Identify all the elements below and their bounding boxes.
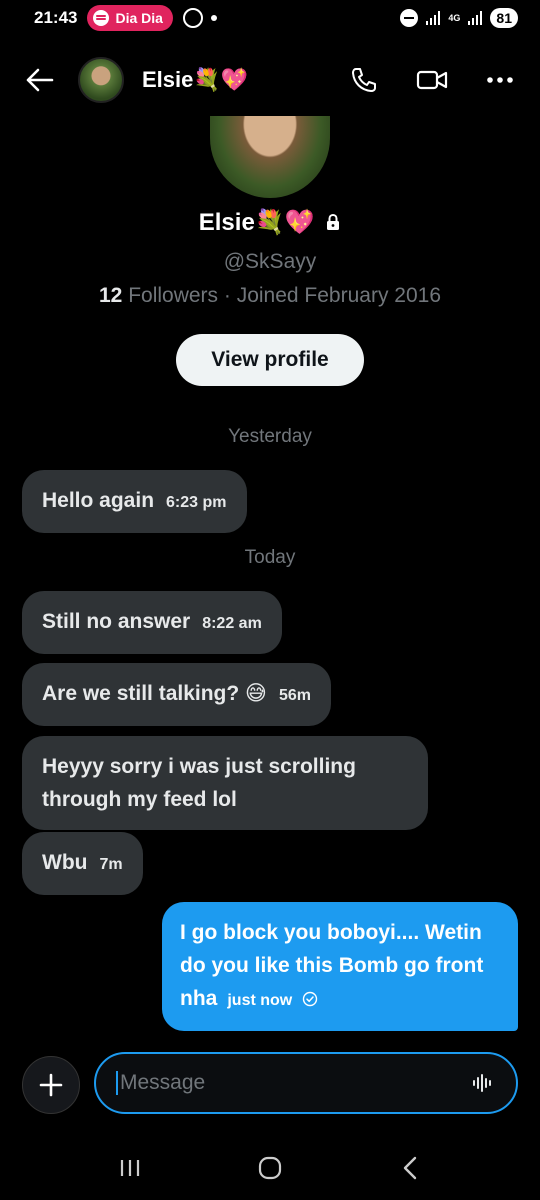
do-not-disturb-icon xyxy=(400,9,419,27)
message-time: 7m xyxy=(99,856,123,873)
home-icon[interactable] xyxy=(250,1148,290,1188)
system-back-icon[interactable] xyxy=(390,1148,430,1188)
signal-icon-2 xyxy=(468,11,483,25)
received-message[interactable]: Still no answer 8:22 am xyxy=(22,591,282,654)
profile-handle: @SkSayy xyxy=(223,250,317,273)
more-options-icon[interactable] xyxy=(484,64,516,96)
sent-message[interactable]: I go block you boboyi.... Wetin do you l… xyxy=(162,902,518,1031)
header-actions xyxy=(348,64,516,96)
plus-icon xyxy=(39,1073,63,1097)
network-type-label: 4G xyxy=(448,12,461,23)
whatsapp-icon xyxy=(182,8,203,28)
message-text: Still no answer xyxy=(42,610,191,633)
received-message[interactable]: Are we still talking? 😅 56m xyxy=(22,663,331,726)
day-separator-today: Today xyxy=(244,547,296,568)
spotify-now-playing-pill[interactable]: Dia Dia xyxy=(87,5,173,31)
notification-dot-icon xyxy=(210,15,217,21)
message-time: 8:22 am xyxy=(202,615,262,632)
spotify-label: Dia Dia xyxy=(115,10,163,26)
lock-icon xyxy=(327,213,340,230)
status-bar: 21:43 Dia Dia 4G 81 xyxy=(0,0,540,36)
conversation-header: Elsie💐💖 xyxy=(0,44,540,116)
add-attachment-button[interactable] xyxy=(22,1056,80,1114)
message-text: Heyyy sorry i was just scrolling through… xyxy=(42,755,356,811)
received-message[interactable]: Heyyy sorry i was just scrolling through… xyxy=(22,736,428,830)
view-profile-button[interactable]: View profile xyxy=(176,334,364,386)
message-time: 56m xyxy=(278,687,311,704)
header-contact-name[interactable]: Elsie💐💖 xyxy=(142,67,248,93)
system-nav-bar xyxy=(0,1140,540,1196)
spotify-icon xyxy=(93,10,110,26)
day-separator-yesterday: Yesterday xyxy=(228,426,312,447)
message-time: just now xyxy=(227,992,293,1009)
followers-joined-label: Followers · Joined February 2016 xyxy=(128,284,442,307)
status-time: 21:43 xyxy=(34,8,78,27)
message-input[interactable] xyxy=(116,1071,470,1095)
followers-count: 12 xyxy=(98,284,123,307)
battery-indicator: 81 xyxy=(490,8,518,28)
received-message[interactable]: Wbu 7m xyxy=(22,832,143,895)
message-time: 6:23 pm xyxy=(166,494,227,511)
back-arrow-icon[interactable] xyxy=(24,64,56,96)
video-call-icon[interactable] xyxy=(416,64,448,96)
profile-name-row: Elsie💐💖 xyxy=(0,208,540,237)
received-message[interactable]: Hello again 6:23 pm xyxy=(22,470,247,533)
profile-name: Elsie💐💖 xyxy=(198,209,315,236)
profile-meta: 12 Followers · Joined February 2016 xyxy=(0,284,540,308)
recent-apps-icon[interactable] xyxy=(110,1148,150,1188)
read-check-icon xyxy=(302,991,318,1007)
message-text: Wbu xyxy=(42,851,88,874)
profile-avatar[interactable] xyxy=(210,116,330,198)
voice-message-icon[interactable] xyxy=(470,1070,496,1096)
message-composer xyxy=(94,1052,518,1114)
voice-call-icon[interactable] xyxy=(348,64,380,96)
message-text: Hello again xyxy=(42,489,155,512)
header-avatar[interactable] xyxy=(78,57,124,103)
signal-icon xyxy=(426,11,441,25)
status-indicators: 4G 81 xyxy=(400,8,518,28)
message-text: I go block you boboyi.... Wetin do you l… xyxy=(180,921,484,1010)
message-text: Are we still talking? 😅 xyxy=(42,682,267,705)
